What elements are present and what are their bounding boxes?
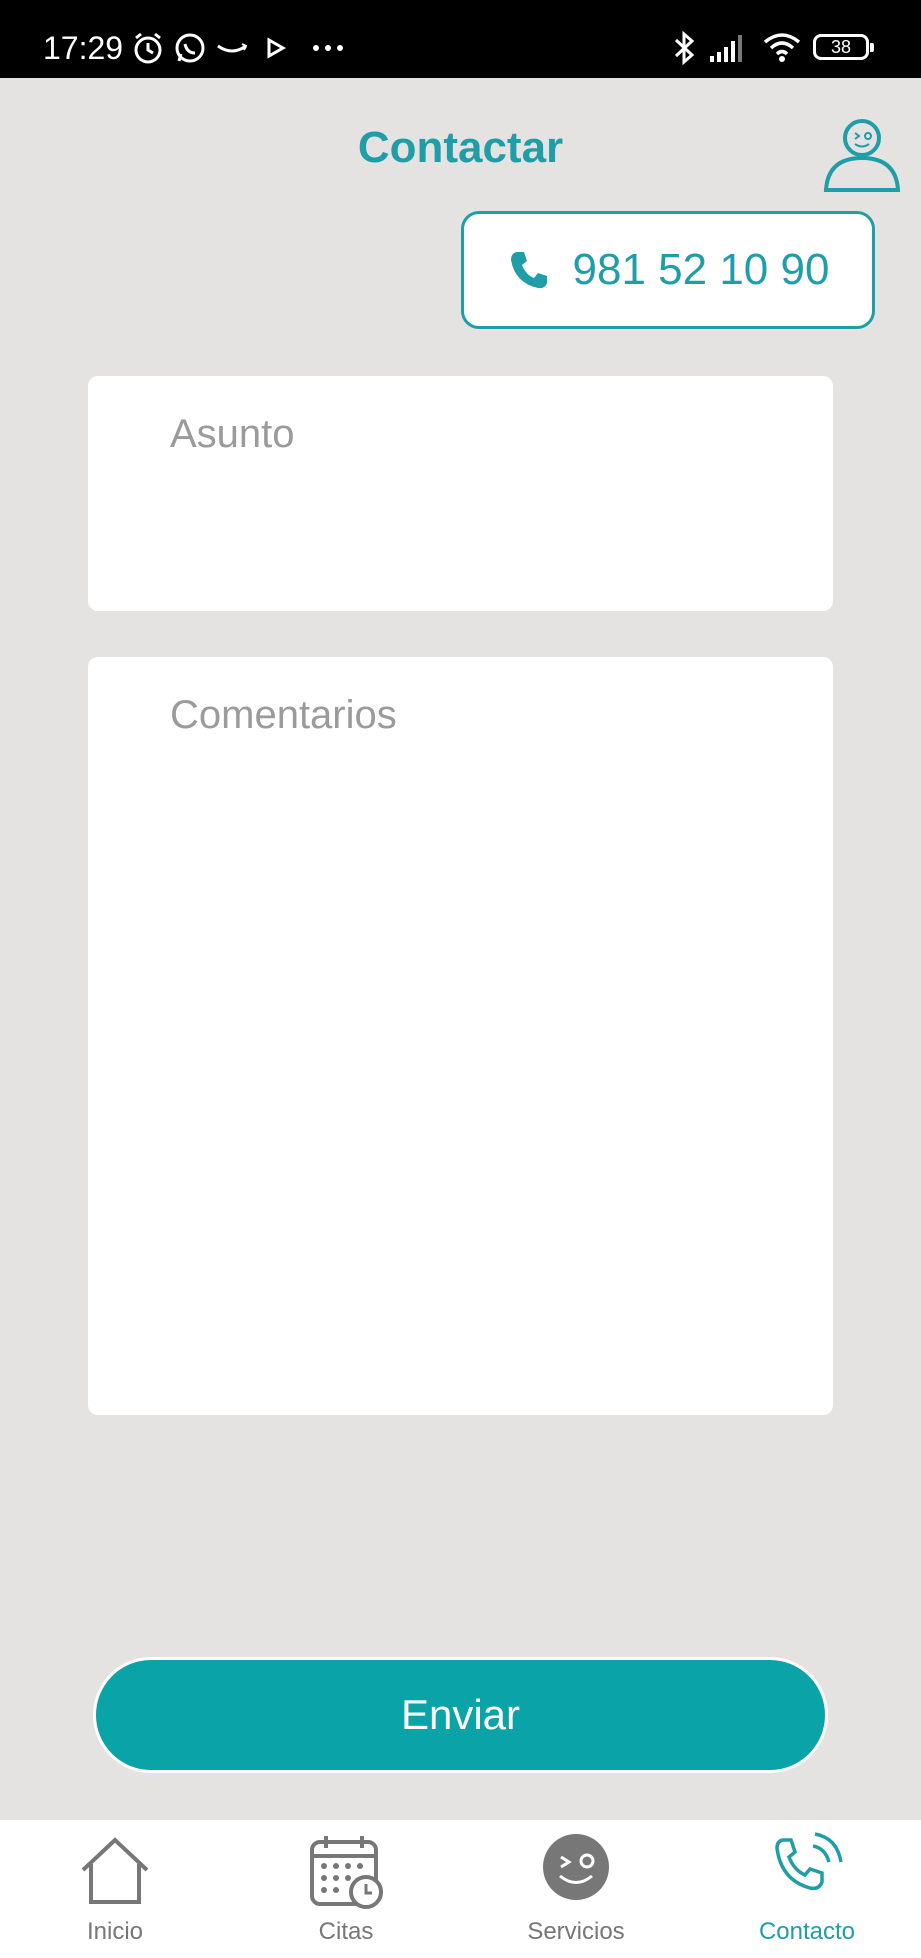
- calendar-clock-icon: [310, 1836, 383, 1909]
- phone-number: 981 52 10 90: [572, 245, 830, 294]
- nav-label-citas: Citas: [318, 1918, 374, 1945]
- comentarios-placeholder: Comentarios: [170, 693, 397, 737]
- battery-icon: 38: [813, 34, 874, 60]
- nav-label-inicio: Inicio: [86, 1918, 144, 1945]
- home-icon: [81, 1837, 149, 1904]
- bluetooth-icon: [674, 30, 695, 66]
- bottom-nav: Inicio Citas Servicios Contacto: [0, 1820, 921, 1958]
- asunto-input[interactable]: Asunto: [88, 376, 833, 611]
- nav-item-servicios[interactable]: Servicios: [486, 1820, 666, 1958]
- nav-label-contacto: Contacto: [758, 1918, 856, 1945]
- whatsapp-icon: [175, 33, 205, 63]
- play-icon: [267, 37, 287, 59]
- smiley-icon: [543, 1834, 609, 1900]
- nav-item-citas[interactable]: Citas: [256, 1820, 436, 1958]
- alarm-icon: [134, 32, 162, 64]
- comentarios-textarea[interactable]: Comentarios: [88, 657, 833, 1415]
- page-title: Contactar: [357, 123, 564, 172]
- phone-call-icon: [775, 1832, 843, 1891]
- asunto-placeholder: Asunto: [170, 412, 295, 456]
- amazon-icon: [217, 43, 248, 53]
- nav-label-servicios: Servicios: [527, 1918, 625, 1945]
- signal-icon: [710, 35, 742, 62]
- user-profile-icon[interactable]: [822, 116, 902, 196]
- wifi-icon: [763, 33, 801, 62]
- nav-item-contacto[interactable]: Contacto: [717, 1820, 897, 1958]
- status-time: 17:29: [43, 30, 124, 66]
- send-button[interactable]: Enviar: [93, 1657, 828, 1773]
- phone-icon: [510, 252, 547, 289]
- status-bar: 17:29 38: [0, 0, 921, 78]
- nav-item-inicio[interactable]: Inicio: [25, 1820, 205, 1958]
- call-phone-button[interactable]: 981 52 10 90: [461, 211, 875, 329]
- more-dots-icon: [313, 45, 343, 51]
